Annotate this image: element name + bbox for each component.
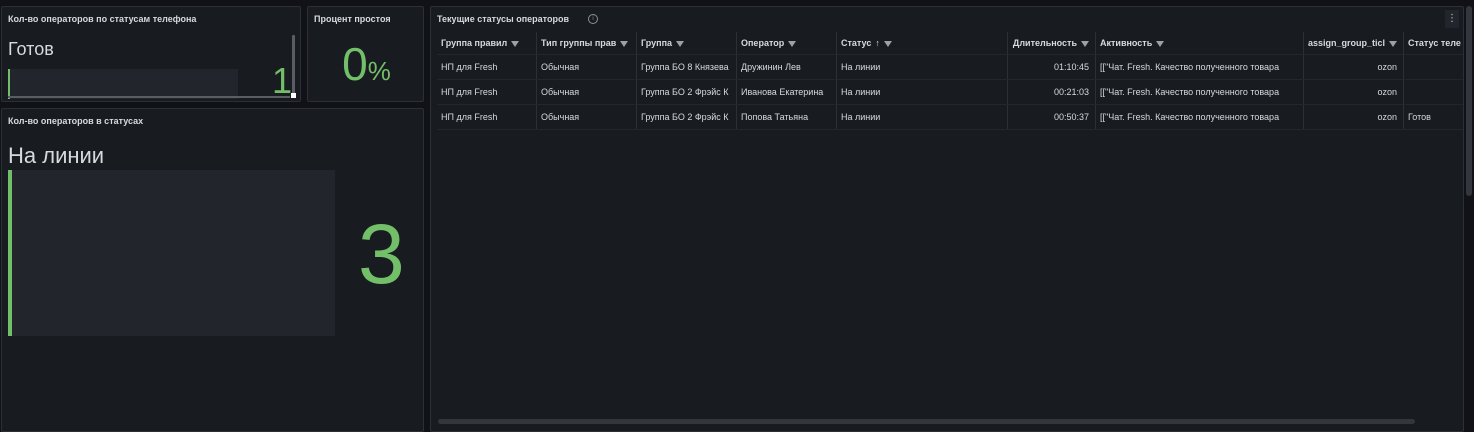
column-header[interactable]: assign_group_ticl [1304, 32, 1404, 54]
resize-handle[interactable] [291, 93, 296, 98]
column-header[interactable]: Оператор [737, 32, 837, 54]
panel-title[interactable]: Процент простоя [314, 14, 391, 24]
table-cell: [["Чат. Fresh. Качество полученного това… [1096, 80, 1304, 104]
horizontal-scrollbar[interactable] [438, 419, 1415, 424]
table-row[interactable]: НП для Fresh Обычная Группа БО 8 Князева… [437, 55, 1463, 80]
stat-name: На линии [8, 143, 105, 168]
info-icon[interactable]: i [588, 14, 598, 24]
table-cell: Обычная [537, 80, 637, 104]
table-cell: Готов [1408, 112, 1431, 122]
table-cell: На линии [837, 105, 1008, 129]
stat-bar [8, 170, 335, 336]
stat-bar-fill [8, 170, 12, 336]
panel-title[interactable]: Кол-во операторов по статусам телефона [8, 14, 196, 24]
stat-bar [8, 69, 238, 99]
column-header[interactable]: Группа [637, 32, 737, 54]
vertical-scrollbar[interactable] [292, 35, 295, 95]
table-cell: Группа БО 2 Фрэйс К [637, 80, 737, 104]
column-header[interactable]: Группа правил [437, 32, 537, 54]
table-cell: Иванова Екатерина [737, 80, 837, 104]
table-cell: Попова Татьяна [737, 105, 837, 129]
filter-icon[interactable] [620, 40, 629, 47]
stat-value: 1 [272, 60, 293, 101]
phone-status-panel: Кол-во операторов по статусам телефона Г… [1, 6, 301, 102]
table-cell: НП для Fresh [437, 105, 537, 129]
table-cell: 00:50:37 [1008, 105, 1096, 129]
table-header-row: Группа правил Тип группы прав Группа Опе… [437, 32, 1463, 55]
table-cell [1404, 55, 1463, 79]
current-operator-status-table-panel: Текущие статусы операторов i ⋮ Группа пр… [430, 6, 1464, 432]
column-header[interactable]: Статус теле [1404, 32, 1463, 54]
idle-percent-value: 0% [308, 37, 423, 91]
column-header[interactable]: Статус ↑ [837, 32, 1008, 54]
filter-icon[interactable] [1389, 40, 1398, 47]
table-cell: Группа БО 8 Князева [637, 55, 737, 79]
panel-menu-button[interactable]: ⋮ [1445, 10, 1459, 28]
column-header[interactable]: Тип группы прав [537, 32, 637, 54]
table-cell: Обычная [537, 55, 637, 79]
table-cell: [["Чат. Fresh. Качество полученного това… [1096, 55, 1304, 79]
table-cell [1404, 80, 1463, 104]
table-cell: 00:21:03 [1008, 80, 1096, 104]
table-cell: [["Чат. Fresh. Качество полученного това… [1096, 105, 1304, 129]
filter-icon[interactable] [1081, 40, 1089, 47]
status-table: Группа правил Тип группы прав Группа Опе… [437, 32, 1463, 130]
percent-number: 0 [342, 38, 368, 90]
table-cell: Дружинин Лев [737, 55, 837, 79]
filter-icon[interactable] [511, 40, 520, 47]
filter-icon[interactable] [788, 40, 797, 47]
stat-name: Готов [8, 39, 54, 59]
operator-status-panel: Кол-во операторов в статусах На линии 3 [1, 108, 424, 432]
table-cell: ozon [1304, 55, 1404, 79]
column-header[interactable]: Активность [1096, 32, 1304, 54]
page-vertical-scrollbar[interactable] [1466, 6, 1472, 196]
filter-icon[interactable] [883, 40, 892, 47]
horizontal-scrollbar[interactable] [8, 96, 290, 98]
filter-icon[interactable] [1156, 40, 1165, 47]
table-row[interactable]: НП для Fresh Обычная Группа БО 2 Фрэйс К… [437, 105, 1463, 130]
stat-value: 3 [358, 207, 405, 301]
filter-icon[interactable] [676, 40, 685, 47]
idle-percent-panel: Процент простоя 0% [307, 6, 424, 102]
table-cell: ozon [1304, 105, 1404, 129]
table-cell: На линии [837, 55, 1008, 79]
table-cell: Группа БО 2 Фрэйс К [637, 105, 737, 129]
column-header[interactable]: Длительность [1008, 32, 1096, 54]
table-cell: Обычная [537, 105, 637, 129]
panel-title[interactable]: Кол-во операторов в статусах [8, 116, 143, 126]
sort-asc-icon[interactable]: ↑ [875, 38, 880, 48]
table-cell: ozon [1304, 80, 1404, 104]
percent-unit: % [367, 56, 391, 86]
table-cell: НП для Fresh [437, 55, 537, 79]
table-cell: 01:10:45 [1008, 55, 1096, 79]
table-cell: На линии [837, 80, 1008, 104]
stat-bar-fill [8, 69, 10, 99]
table-cell: НП для Fresh [437, 80, 537, 104]
table-row[interactable]: НП для Fresh Обычная Группа БО 2 Фрэйс К… [437, 80, 1463, 105]
panel-title[interactable]: Текущие статусы операторов [437, 14, 569, 24]
